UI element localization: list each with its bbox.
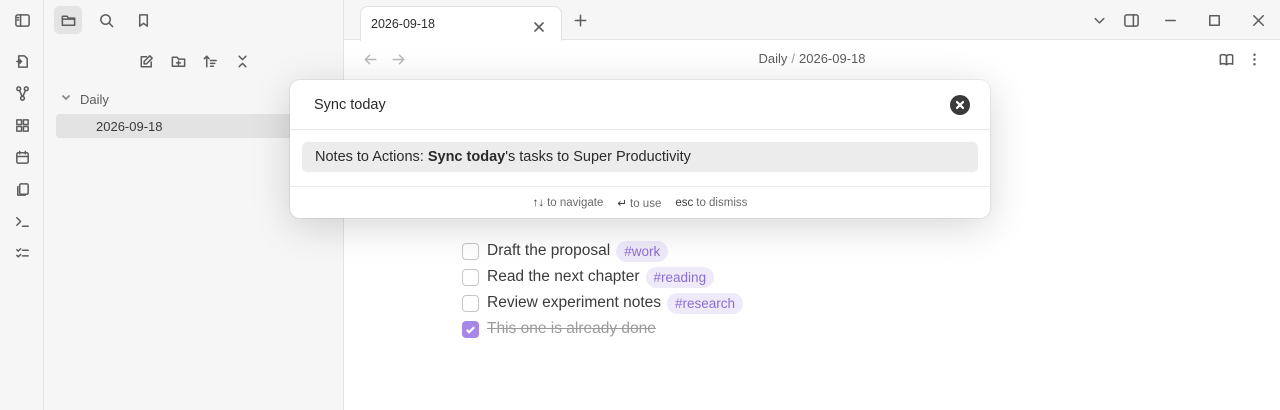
hint-key: esc xyxy=(675,196,694,209)
hint-key: ↑↓ xyxy=(532,196,545,209)
hint-label: to use xyxy=(630,197,662,210)
command-suggestion-item[interactable]: Notes to Actions: Sync today's tasks to … xyxy=(302,142,978,172)
suggestion-highlight: Sync today xyxy=(427,149,506,165)
hint-label: to navigate xyxy=(547,196,604,209)
command-search-field[interactable]: Sync today xyxy=(290,80,990,130)
command-search-input[interactable]: Sync today xyxy=(314,97,386,113)
suggestion-prefix: Notes to Actions: xyxy=(315,149,428,165)
command-palette-hints: ↑↓ to navigate ↵ to use esc to dismiss xyxy=(290,186,990,218)
hint-key: ↵ xyxy=(617,197,628,210)
clear-search-icon[interactable] xyxy=(950,95,970,115)
hint-use: ↵ to use xyxy=(617,196,661,210)
hint-dismiss: esc to dismiss xyxy=(675,197,747,209)
suggestion-suffix: 's tasks to Super Productivity xyxy=(505,149,691,165)
hint-label: to dismiss xyxy=(696,196,748,209)
hint-navigate: ↑↓ to navigate xyxy=(533,197,604,209)
command-palette: Sync today Notes to Actions: Sync today '… xyxy=(290,80,990,218)
